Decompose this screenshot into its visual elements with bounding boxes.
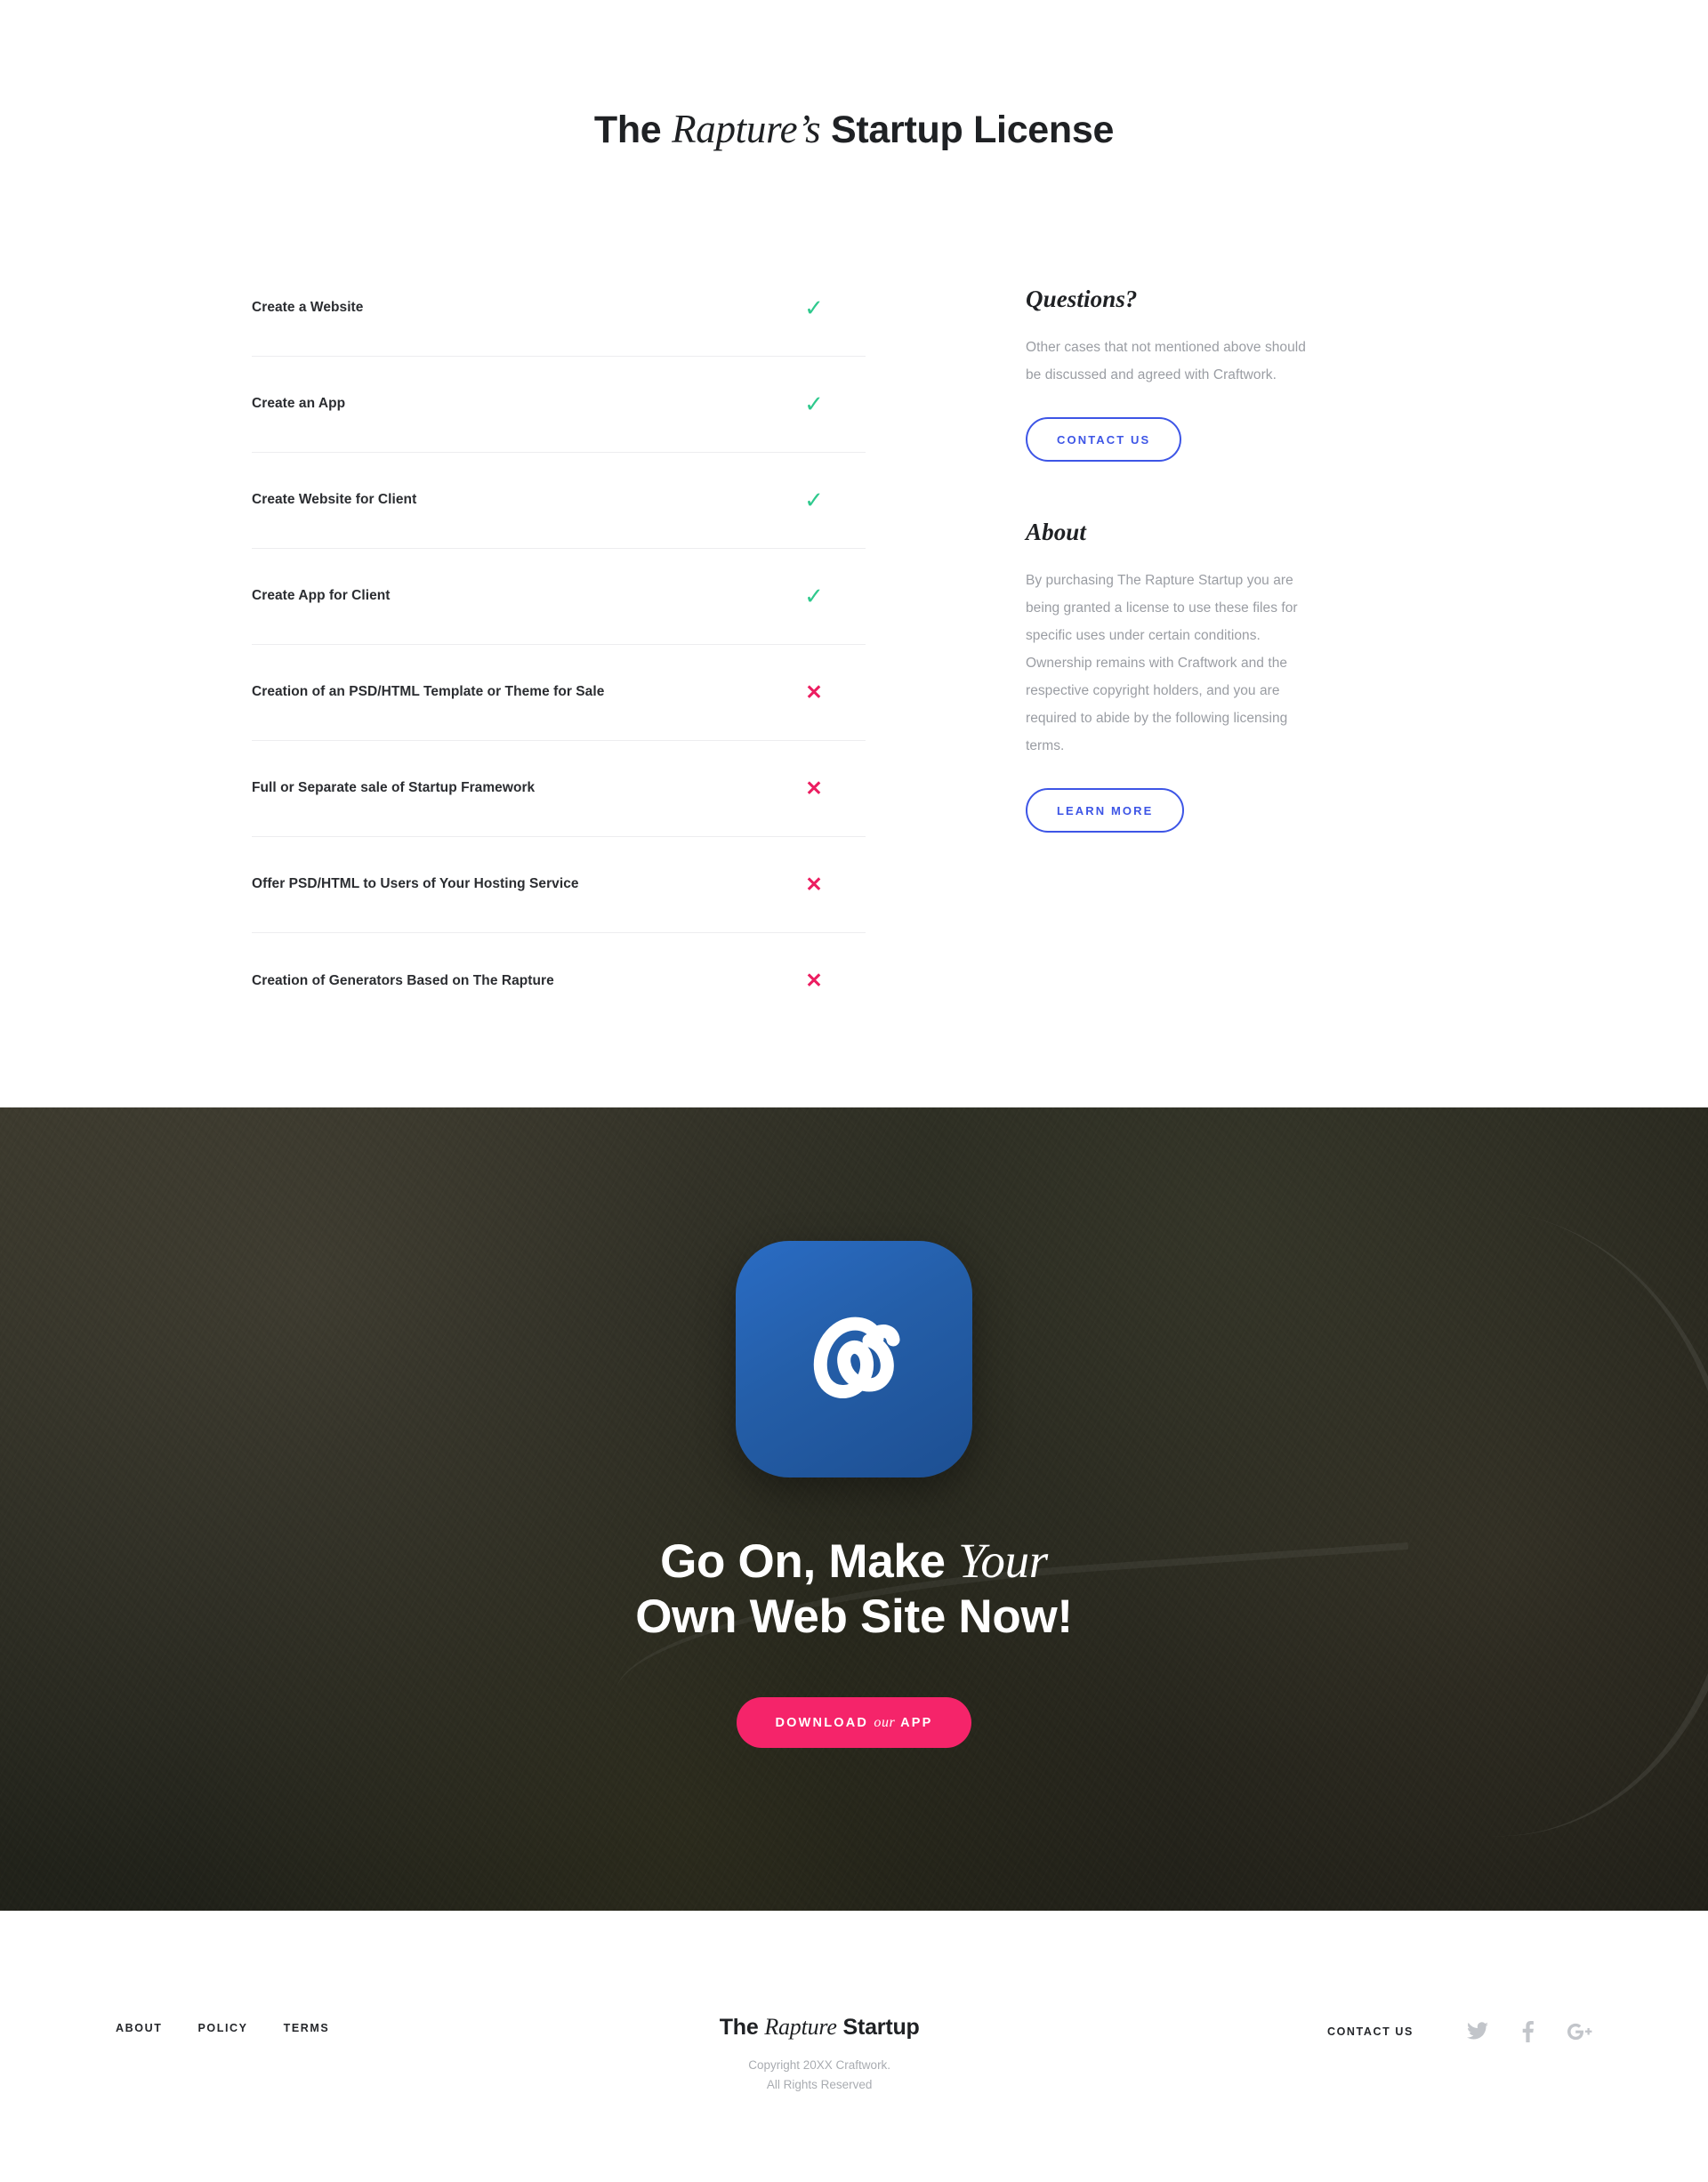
license-aside: Questions? Other cases that not mentione… (866, 261, 1459, 833)
permission-label: Full or Separate sale of Startup Framewo… (252, 780, 536, 796)
footer-logo-brand: Rapture (764, 2014, 837, 2040)
footer-logo-suffix: Startup (836, 2015, 920, 2040)
footer-inner: ABOUT POLICY TERMS The Rapture Startup C… (116, 1911, 1592, 2095)
footer-copyright: Copyright 20XX Craftwork. All Rights Res… (720, 2056, 920, 2095)
license-permissions-list: Create a Website ✓ Create an App ✓ Creat… (252, 261, 866, 1029)
cross-icon: ✕ (805, 776, 823, 800)
download-app-button[interactable]: DOWNLOAD our APP (736, 1697, 972, 1749)
copyright-line-2: All Rights Reserved (766, 2078, 873, 2091)
table-row: Offer PSD/HTML to Users of Your Hosting … (252, 837, 866, 933)
table-row: Full or Separate sale of Startup Framewo… (252, 741, 866, 837)
hero-section: Go On, Make Your Own Web Site Now! DOWNL… (0, 1107, 1708, 1911)
page-title-prefix: The (593, 109, 673, 151)
footer-logo-prefix: The (719, 2015, 765, 2040)
permission-label: Create App for Client (252, 588, 391, 604)
footer-contact-us-link[interactable]: CONTACT US (1327, 2025, 1414, 2038)
download-label-emphasis: our (874, 1715, 896, 1731)
table-row: Create Website for Client ✓ (252, 453, 866, 549)
about-body: By purchasing The Rapture Startup you ar… (1026, 572, 1298, 753)
hero-headline-line2: Own Web Site Now! (635, 1590, 1073, 1643)
permission-label: Creation of Generators Based on The Rapt… (252, 972, 554, 988)
download-label-suffix: APP (895, 1716, 933, 1731)
check-icon: ✓ (804, 294, 824, 322)
footer-brand: The Rapture Startup Copyright 20XX Craft… (720, 2014, 920, 2095)
footer-social-area: CONTACT US (1327, 2014, 1592, 2042)
hero-headline: Go On, Make Your Own Web Site Now! (0, 1533, 1708, 1644)
license-grid: Create a Website ✓ Create an App ✓ Creat… (249, 261, 1459, 1029)
permission-label: Offer PSD/HTML to Users of Your Hosting … (252, 876, 579, 892)
hero-headline-emphasis: Your (958, 1534, 1048, 1588)
contact-us-button[interactable]: CONTACT US (1026, 416, 1182, 462)
table-row: Create a Website ✓ (252, 261, 866, 357)
download-label-prefix: DOWNLOAD (775, 1716, 874, 1731)
hero-headline-line1-prefix: Go On, Make (660, 1535, 959, 1588)
permission-label: Create a Website (252, 300, 364, 316)
footer-link-policy[interactable]: POLICY (197, 2022, 247, 2034)
permission-label: Creation of an PSD/HTML Template or Them… (252, 684, 605, 700)
site-footer: ABOUT POLICY TERMS The Rapture Startup C… (0, 1911, 1708, 2182)
page-title: The Rapture’s Startup License (0, 105, 1708, 154)
check-icon: ✓ (804, 487, 824, 514)
license-section: The Rapture’s Startup License Create a W… (0, 0, 1708, 1107)
cross-icon: ✕ (805, 969, 823, 993)
check-icon: ✓ (804, 583, 824, 610)
table-row: Creation of an PSD/HTML Template or Them… (252, 645, 866, 741)
table-row: Create App for Client ✓ (252, 549, 866, 645)
footer-logo: The Rapture Startup (720, 2014, 920, 2041)
learn-more-button[interactable]: LEARN MORE (1026, 787, 1185, 833)
page-root: The Rapture’s Startup License Create a W… (0, 0, 1708, 2182)
footer-link-about[interactable]: ABOUT (116, 2022, 162, 2034)
footer-link-terms[interactable]: TERMS (284, 2022, 330, 2034)
google-plus-icon[interactable] (1567, 2023, 1592, 2041)
table-row: Create an App ✓ (252, 357, 866, 453)
footer-nav: ABOUT POLICY TERMS (116, 2014, 329, 2034)
questions-body: Other cases that not mentioned above sho… (1026, 339, 1306, 382)
page-title-brand: Rapture’s (672, 107, 821, 151)
cross-icon: ✕ (805, 872, 823, 896)
page-title-suffix: Startup License (820, 109, 1115, 151)
questions-heading: Questions? (1026, 285, 1138, 312)
about-block: About By purchasing The Rapture Startup … (1026, 519, 1459, 833)
questions-block: Questions? Other cases that not mentione… (1026, 286, 1459, 462)
about-heading: About (1026, 518, 1087, 545)
facebook-icon[interactable] (1522, 2021, 1534, 2042)
permission-label: Create Website for Client (252, 492, 417, 508)
hero-content: Go On, Make Your Own Web Site Now! DOWNL… (0, 1107, 1708, 1749)
copyright-line-1: Copyright 20XX Craftwork. (748, 2058, 891, 2072)
table-row: Creation of Generators Based on The Rapt… (252, 933, 866, 1029)
permission-label: Create an App (252, 396, 346, 412)
twitter-icon[interactable] (1467, 2022, 1488, 2041)
cross-icon: ✕ (805, 680, 823, 704)
rapture-app-icon (736, 1241, 972, 1477)
check-icon: ✓ (804, 391, 824, 418)
